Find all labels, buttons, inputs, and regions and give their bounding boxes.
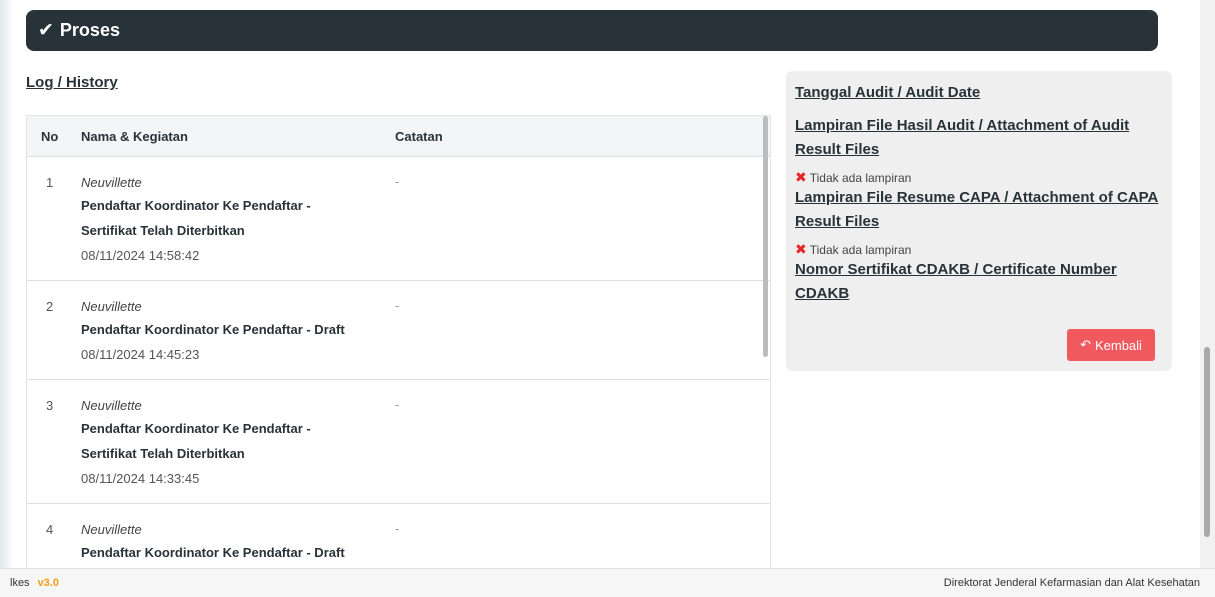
back-button-label: Kembali xyxy=(1094,337,1142,353)
row-number: 4 xyxy=(46,522,54,537)
row-activity-text: Pendaftar Koordinator Ke Pendaftar - Dra… xyxy=(81,545,345,560)
back-button[interactable]: ↶ Kembali xyxy=(1067,329,1155,361)
table-scrollbar-thumb[interactable] xyxy=(763,116,768,357)
row-number: 1 xyxy=(46,175,54,190)
table-row: 1 Neuvillette Pendaftar Koordinator Ke P… xyxy=(27,157,770,281)
row-activity: Neuvillette Pendaftar Koordinator Ke Pen… xyxy=(81,380,395,503)
audit-files-heading[interactable]: Lampiran File Hasil Audit / Attachment o… xyxy=(795,114,1162,162)
audit-info-panel: Tanggal Audit / Audit Date Lampiran File… xyxy=(786,71,1172,371)
row-number: 3 xyxy=(46,398,54,413)
row-actor: Neuvillette xyxy=(81,398,142,413)
no-attachment-icon: ✖ xyxy=(795,241,807,257)
row-activity-text: Pendaftar Koordinator Ke Pendaftar - Ser… xyxy=(81,193,395,243)
capa-files-status: ✖ Tidak ada lampiran xyxy=(795,242,1162,258)
audit-files-status-text: Tidak ada lampiran xyxy=(809,171,912,185)
footer-version: v3.0 xyxy=(37,577,59,589)
audit-date-heading[interactable]: Tanggal Audit / Audit Date xyxy=(795,81,1162,105)
column-header-catatan: Catatan xyxy=(395,128,443,144)
section-header: ✔ Proses xyxy=(26,10,1158,51)
table-row: 3 Neuvillette Pendaftar Koordinator Ke P… xyxy=(27,380,770,504)
check-icon: ✔ xyxy=(38,20,54,41)
log-history-link[interactable]: Log / History xyxy=(26,74,118,91)
section-title: Proses xyxy=(59,20,120,40)
row-actor: Neuvillette xyxy=(81,299,142,314)
capa-files-status-text: Tidak ada lampiran xyxy=(809,243,912,257)
log-table: No Nama & Kegiatan Catatan 1 Neuvillette… xyxy=(26,115,771,568)
row-actor: Neuvillette xyxy=(81,175,142,190)
row-timestamp: 08/11/2024 14:33:45 xyxy=(81,471,200,486)
row-note: - xyxy=(395,521,400,536)
activity-line-1: Pendaftar Koordinator Ke Pendaftar - xyxy=(81,198,311,213)
footer-right: Direktorat Jenderal Kefarmasian dan Alat… xyxy=(943,577,1200,589)
row-timestamp: 08/11/2024 14:45:23 xyxy=(81,347,200,362)
row-note: - xyxy=(395,397,400,412)
row-actor: Neuvillette xyxy=(81,522,142,537)
activity-line-2: Sertifikat Telah Diterbitkan xyxy=(81,223,245,238)
page-scrollbar-thumb[interactable] xyxy=(1204,347,1210,537)
reply-arrow-icon: ↶ xyxy=(1080,337,1091,352)
column-header-no: No xyxy=(41,128,59,144)
row-timestamp: 08/11/2024 14:58:42 xyxy=(81,248,200,263)
table-header: No Nama & Kegiatan Catatan xyxy=(27,116,770,157)
row-activity-text: Pendaftar Koordinator Ke Pendaftar - Ser… xyxy=(81,416,395,466)
row-note: - xyxy=(395,298,400,313)
activity-line-1: Pendaftar Koordinator Ke Pendaftar - xyxy=(81,421,311,436)
table-row: 4 Neuvillette Pendaftar Koordinator Ke P… xyxy=(27,504,770,568)
row-activity: Neuvillette Pendaftar Koordinator Ke Pen… xyxy=(81,157,395,280)
table-row: 2 Neuvillette Pendaftar Koordinator Ke P… xyxy=(27,281,770,380)
row-note: - xyxy=(395,174,400,189)
footer: lkes v3.0 Direktorat Jenderal Kefarmasian… xyxy=(0,568,1215,597)
no-attachment-icon: ✖ xyxy=(795,169,807,185)
audit-files-status: ✖ Tidak ada lampiran xyxy=(795,170,1162,186)
row-activity: Neuvillette Pendaftar Koordinator Ke Pen… xyxy=(81,504,395,568)
footer-app-name: lkes xyxy=(10,577,30,589)
footer-left: lkes v3.0 xyxy=(10,577,59,589)
certificate-number-heading[interactable]: Nomor Sertifikat CDAKB / Certificate Num… xyxy=(795,258,1162,306)
column-header-nama: Nama & Kegiatan xyxy=(81,128,188,144)
capa-files-heading[interactable]: Lampiran File Resume CAPA / Attachment o… xyxy=(795,186,1162,234)
row-activity-text: Pendaftar Koordinator Ke Pendaftar - Dra… xyxy=(81,322,345,337)
row-activity: Neuvillette Pendaftar Koordinator Ke Pen… xyxy=(81,281,395,379)
row-number: 2 xyxy=(46,299,54,314)
activity-line-2: Sertifikat Telah Diterbitkan xyxy=(81,446,245,461)
